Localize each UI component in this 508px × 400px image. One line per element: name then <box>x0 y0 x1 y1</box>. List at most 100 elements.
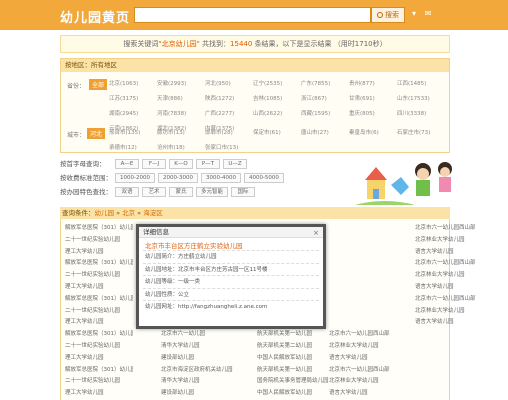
city-link[interactable]: 沧州市(18) <box>157 143 205 156</box>
close-icon[interactable]: × <box>313 228 319 239</box>
kindergarten-link[interactable]: 北京市六一幼儿园西山部 <box>329 364 409 376</box>
kindergarten-link[interactable]: 北京林业大学幼儿园 <box>329 340 409 352</box>
kindergarten-link[interactable]: 航天部机关第二幼儿园 <box>257 340 337 352</box>
city-selected[interactable]: 河北 <box>87 128 106 139</box>
kindergarten-link[interactable]: 理工大学幼儿园 <box>65 316 133 328</box>
kindergarten-link[interactable]: 解放军总医院（301）幼儿园 <box>65 222 133 234</box>
kindergarten-link[interactable]: 北京林业大学幼儿园 <box>415 234 485 246</box>
kindergarten-link[interactable]: 解放军总医院（301）幼儿园 <box>65 293 133 305</box>
letter-chip[interactable]: U—Z <box>223 159 247 169</box>
city-link[interactable]: 保定市(61) <box>253 128 301 141</box>
kindergarten-link[interactable]: 航天部机关第一幼儿园 <box>257 328 337 340</box>
city-link[interactable]: 张家口市(13) <box>205 143 253 156</box>
kindergarten-link[interactable]: 语言大学幼儿园 <box>415 246 485 258</box>
dialog-kindergarten-name[interactable]: 北京市丰台区方庄鹤立实验幼儿园 <box>143 238 319 251</box>
province-link[interactable]: 广西(2277) <box>205 109 253 122</box>
kindergarten-link[interactable]: 语言大学幼儿园 <box>329 387 409 399</box>
kindergarten-link[interactable]: 理工大学幼儿园 <box>65 281 133 293</box>
kindergarten-link[interactable]: 北京林业大学幼儿园 <box>415 305 485 317</box>
province-link[interactable]: 山西(2622) <box>253 109 301 122</box>
letter-chip[interactable]: P—T <box>196 159 220 169</box>
table-row: 理工大学幼儿园 建设部幼儿园 中国人民解放军幼儿园 语言大学幼儿园 <box>61 387 451 399</box>
arrow-down-icon[interactable]: ▾ <box>412 9 416 18</box>
province-link[interactable]: 辽宁(2535) <box>253 79 301 92</box>
city-link[interactable]: 邯郸市(28) <box>205 128 253 141</box>
fee-chip[interactable]: 3000-4000 <box>200 173 241 183</box>
kindergarten-link[interactable]: 二十一世纪实验幼儿园 <box>65 234 133 246</box>
letter-chip[interactable]: F—J <box>142 159 166 169</box>
mail-icon[interactable]: ✉ <box>425 9 432 18</box>
kindergarten-link[interactable]: 北京林业大学幼儿园 <box>329 375 409 387</box>
letter-chip[interactable]: A—E <box>115 159 139 169</box>
province-link[interactable]: 江苏(3175) <box>109 94 157 107</box>
city-link[interactable]: 廊坊市(13) <box>157 128 205 141</box>
feature-chip[interactable]: 双语 <box>115 187 139 197</box>
kindergarten-link[interactable]: 国务院机关事务管理局幼儿园 <box>257 375 337 387</box>
kindergarten-link[interactable]: 航天部机关第一幼儿园 <box>257 364 337 376</box>
site-logo[interactable]: 幼儿园黄页 <box>60 7 130 26</box>
kindergarten-link[interactable]: 理工大学幼儿园 <box>65 387 133 399</box>
kindergarten-link[interactable]: 建设部幼儿园 <box>161 387 241 399</box>
kindergarten-link[interactable]: 清华大学幼儿园 <box>161 340 241 352</box>
kindergarten-link[interactable]: 语言大学幼儿园 <box>415 281 485 293</box>
letter-chip[interactable]: K—O <box>169 159 193 169</box>
kindergarten-link[interactable]: 建设部幼儿园 <box>161 352 241 364</box>
kindergarten-link[interactable]: 二十一世纪实验幼儿园 <box>65 269 133 281</box>
province-link[interactable]: 陕西(1272) <box>205 94 253 107</box>
kindergarten-link[interactable]: 解放军总医院（301）幼儿园 <box>65 364 133 376</box>
kindergarten-link[interactable]: 北京市六一幼儿园西山部 <box>415 293 485 305</box>
city-link[interactable]: 承德市(12) <box>109 143 157 156</box>
fee-chip[interactable]: 2000-3000 <box>157 173 198 183</box>
kindergarten-link[interactable]: 解放军总医院（301）幼儿园 <box>65 257 133 269</box>
kindergarten-link[interactable]: 二十一世纪实验幼儿园 <box>65 305 133 317</box>
fee-chip[interactable]: 1000-2000 <box>115 173 155 183</box>
province-link[interactable]: 山东(17533) <box>397 94 445 107</box>
feature-chip[interactable]: 艺术 <box>142 187 166 197</box>
province-link[interactable]: 浙江(867) <box>301 94 349 107</box>
kindergarten-link[interactable]: 北京市六一幼儿园西山部 <box>415 222 485 234</box>
feature-chip[interactable]: 蒙氏 <box>169 187 193 197</box>
kindergarten-link[interactable]: 北京市海淀区政府机关幼儿园 <box>161 364 241 376</box>
feature-chip[interactable]: 多元智能 <box>196 187 229 197</box>
province-link[interactable]: 安徽(2993) <box>157 79 205 92</box>
province-link[interactable]: 吉林(1085) <box>253 94 301 107</box>
province-link[interactable]: 江西(1485) <box>397 79 445 92</box>
search-input[interactable] <box>134 7 371 23</box>
province-link[interactable]: 北京(1063) <box>109 79 157 92</box>
kindergarten-link[interactable]: 二十一世纪实验幼儿园 <box>65 340 133 352</box>
province-link[interactable]: 河北(950) <box>205 79 253 92</box>
fee-chip[interactable]: 4000-5000 <box>243 173 284 183</box>
kindergarten-link[interactable]: 中国人民解放军幼儿园 <box>257 387 337 399</box>
kindergarten-link[interactable]: 北京市六一幼儿园西山部 <box>329 328 409 340</box>
kindergarten-link[interactable]: 清华大学幼儿园 <box>161 375 241 387</box>
province-link[interactable]: 西藏(1595) <box>301 109 349 122</box>
kindergarten-link[interactable]: 北京市六一幼儿园西山部 <box>415 257 485 269</box>
city-link[interactable]: 秦皇岛市(6) <box>349 128 397 141</box>
province-link[interactable]: 湖南(2945) <box>109 109 157 122</box>
city-link[interactable]: 唐山市(27) <box>301 128 349 141</box>
condition-crumb-3[interactable]: 海淀区 <box>143 209 163 217</box>
kindergarten-link[interactable]: 解放军总医院（301）幼儿园 <box>65 328 133 340</box>
kindergarten-link[interactable]: 北京市六一幼儿园 <box>161 328 241 340</box>
city-link[interactable]: 邢台市(135) <box>109 128 157 141</box>
condition-crumb-1[interactable]: 幼儿园 <box>95 209 115 217</box>
kindergarten-link[interactable]: 语言大学幼儿园 <box>329 352 409 364</box>
province-link[interactable]: 四川(3338) <box>397 109 445 122</box>
province-link[interactable]: 重庆(805) <box>349 109 397 122</box>
province-all-button[interactable]: 全部 <box>89 79 108 90</box>
kindergarten-link[interactable]: 二十一世纪实验幼儿园 <box>65 375 133 387</box>
search-button[interactable]: 搜索 <box>371 7 405 23</box>
feature-chip[interactable]: 国际 <box>231 187 256 197</box>
kindergarten-link[interactable]: 北京林业大学幼儿园 <box>415 269 485 281</box>
province-link[interactable]: 甘肃(691) <box>349 94 397 107</box>
province-link[interactable]: 广东(7855) <box>301 79 349 92</box>
kindergarten-link[interactable]: 理工大学幼儿园 <box>65 246 133 258</box>
kindergarten-link[interactable]: 理工大学幼儿园 <box>65 352 133 364</box>
province-link[interactable]: 河南(7838) <box>157 109 205 122</box>
province-link[interactable]: 贵州(877) <box>349 79 397 92</box>
condition-crumb-2[interactable]: 北京 <box>122 209 135 217</box>
kindergarten-link[interactable]: 中国人民解放军幼儿园 <box>257 352 337 364</box>
city-link[interactable]: 石家庄市(73) <box>397 128 445 141</box>
kindergarten-link[interactable]: 语言大学幼儿园 <box>415 316 485 328</box>
province-link[interactable]: 天津(886) <box>157 94 205 107</box>
